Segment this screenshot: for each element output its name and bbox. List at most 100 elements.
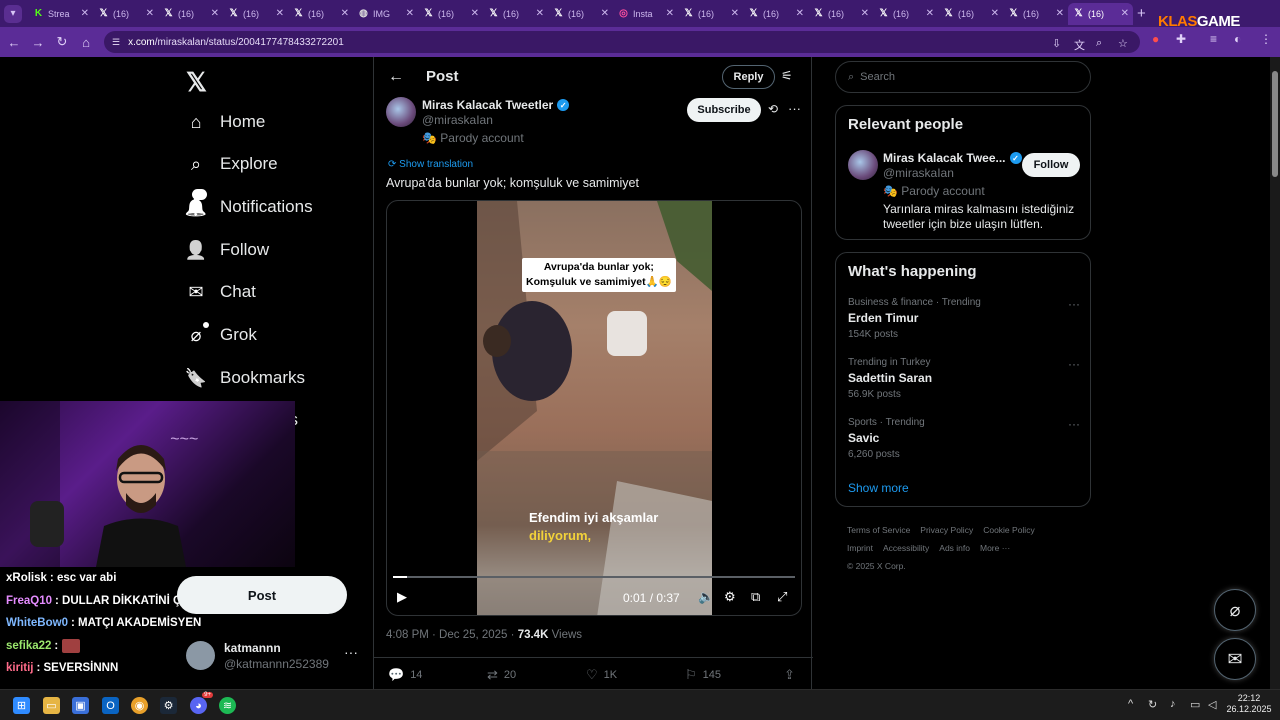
translate-icon[interactable]: 文 xyxy=(1074,37,1085,53)
reply-action[interactable]: 💬 14 xyxy=(388,667,422,683)
outlook-icon[interactable]: O xyxy=(102,697,119,714)
x-logo-icon[interactable]: 𝕏 xyxy=(186,67,207,98)
relevant-handle[interactable]: @miraskaIan xyxy=(883,166,954,180)
close-tab-icon[interactable]: ✕ xyxy=(1056,8,1064,19)
tray-chevron-icon[interactable]: ^ xyxy=(1128,698,1133,710)
trend-item[interactable]: Sports · Trending Savic 6,260 posts ··· xyxy=(848,417,1080,460)
browser-tab[interactable]: 𝕏 (16) ✕ xyxy=(158,3,223,25)
sidebar-item-follow[interactable]: 👤 Follow xyxy=(185,236,269,264)
browser-tab[interactable]: 𝕏 (16) ✕ xyxy=(743,3,808,25)
close-tab-icon[interactable]: ✕ xyxy=(601,8,609,19)
speaker-icon[interactable]: ◁ xyxy=(1208,698,1216,711)
star-icon[interactable]: ☆ xyxy=(1118,37,1128,50)
sidebar-item-explore[interactable]: ⌕ Explore xyxy=(186,150,278,178)
browser-tab[interactable]: 𝕏 (16) ✕ xyxy=(548,3,613,25)
site-info-icon[interactable]: ☰ xyxy=(112,37,120,48)
sidebar-item-grok[interactable]: ⌀ Grok xyxy=(186,321,257,349)
fullscreen-icon[interactable]: ⤢ xyxy=(777,589,787,605)
browser-tab[interactable]: 𝕏 (16) ✕ xyxy=(1003,3,1068,25)
network-icon[interactable]: ▭ xyxy=(1190,698,1200,711)
footer-link[interactable]: Imprint xyxy=(847,543,873,553)
browser-tab[interactable]: 𝕏 (16) ✕ xyxy=(483,3,548,25)
footer-link[interactable]: Privacy Policy xyxy=(920,525,973,535)
play-icon[interactable]: ▶ xyxy=(397,589,407,605)
browser-tab[interactable]: 𝕏 (16) ✕ xyxy=(93,3,158,25)
back-icon[interactable]: ← xyxy=(2,35,26,50)
browser-tab[interactable]: ◎ Insta ✕ xyxy=(613,3,678,25)
show-more-link[interactable]: Show more xyxy=(848,481,909,495)
volume-icon[interactable]: 🔈 xyxy=(698,589,714,605)
close-tab-icon[interactable]: ✕ xyxy=(991,8,999,19)
relevant-name[interactable]: Miras Kalacak Twee... ✓ xyxy=(883,151,1022,165)
close-tab-icon[interactable]: ✕ xyxy=(861,8,869,19)
like-action[interactable]: ♡ 1K xyxy=(586,667,617,683)
show-translation-link[interactable]: ⟳ Show translation xyxy=(388,159,473,170)
sidebar-item-home[interactable]: ⌂ Home xyxy=(186,108,266,136)
share-icon[interactable]: ⇪ xyxy=(784,667,801,683)
browser-tab[interactable]: 𝕏 (16) ✕ xyxy=(678,3,743,25)
trend-item[interactable]: Business & finance · Trending Erden Timur… xyxy=(848,297,1080,340)
browser-tab[interactable]: 𝕏 (16) ✕ xyxy=(808,3,873,25)
discord-icon[interactable]: ◕ 9+ xyxy=(190,692,213,714)
zoom-icon[interactable]: ⌕ xyxy=(1096,37,1102,50)
browser-tab[interactable]: K Strea ✕ xyxy=(28,3,93,25)
sidebar-item-chat[interactable]: ✉ Chat xyxy=(186,278,255,306)
windows-start-icon[interactable]: ⊞ xyxy=(13,697,30,714)
grok-explain-icon[interactable]: ⟲ xyxy=(768,102,778,116)
browser-tab[interactable]: 𝕏 (16) ✕ xyxy=(1068,2,1133,25)
spotify-icon[interactable]: ≋ xyxy=(219,697,236,714)
close-tab-icon[interactable]: ✕ xyxy=(341,8,349,19)
back-arrow-icon[interactable]: ← xyxy=(388,68,404,86)
trend-item[interactable]: Trending in Turkey Sadettin Saran 56.9K po… xyxy=(848,357,1080,400)
settings-icon[interactable]: ⚙ xyxy=(724,589,736,605)
close-tab-icon[interactable]: ✕ xyxy=(536,8,544,19)
close-tab-icon[interactable]: ✕ xyxy=(666,8,674,19)
sidebar-item-notifications[interactable]: 🔔 16 Notifications xyxy=(185,189,313,221)
url-field[interactable]: ☰ x.com/miraskalan/status/20041774784332… xyxy=(104,31,1140,53)
account-more-icon[interactable]: ··· xyxy=(344,644,358,660)
account-avatar[interactable] xyxy=(186,641,215,670)
grok-fab-icon[interactable]: ⌀ xyxy=(1214,589,1256,631)
close-tab-icon[interactable]: ✕ xyxy=(276,8,284,19)
close-tab-icon[interactable]: ✕ xyxy=(796,8,804,19)
close-tab-icon[interactable]: ✕ xyxy=(146,8,154,19)
profile-icon[interactable]: ◐ xyxy=(1234,32,1241,46)
post-more-icon[interactable]: ··· xyxy=(788,101,801,116)
pip-icon[interactable]: ⧉ xyxy=(751,589,760,605)
taskbar-clock[interactable]: 22:12 26.12.2025 xyxy=(1226,693,1272,715)
footer-link[interactable]: Cookie Policy xyxy=(983,525,1035,535)
browser-tab[interactable]: 𝕏 (16) ✕ xyxy=(223,3,288,25)
author-name[interactable]: Miras Kalacak Tweetler ✓ xyxy=(422,98,570,112)
close-tab-icon[interactable]: ✕ xyxy=(211,8,219,19)
scrollbar[interactable] xyxy=(1270,57,1280,689)
author-handle[interactable]: @miraskaIan xyxy=(422,113,493,127)
install-icon[interactable]: ⇩ xyxy=(1052,37,1061,50)
post-button[interactable]: Post xyxy=(177,576,347,614)
file-explorer-icon[interactable]: ▭ xyxy=(43,697,60,714)
extension-icon[interactable]: ● xyxy=(1152,32,1159,46)
browser-tab[interactable]: 𝕏 (16) ✕ xyxy=(873,3,938,25)
browser-tab[interactable]: 𝕏 (16) ✕ xyxy=(418,3,483,25)
video-progress-bar[interactable] xyxy=(393,576,795,578)
video-frame[interactable]: Avrupa'da bunlar yok; Komşuluk ve samimiy… xyxy=(477,201,712,615)
browser-tab[interactable]: 𝕏 (16) ✕ xyxy=(938,3,1003,25)
tune-icon[interactable]: ⚟ xyxy=(781,68,793,84)
reply-button[interactable]: Reply xyxy=(722,65,775,89)
trend-more-icon[interactable]: ··· xyxy=(1068,417,1080,431)
forward-icon[interactable]: → xyxy=(26,35,50,50)
search-input[interactable]: ⌕ Search xyxy=(835,61,1091,93)
close-tab-icon[interactable]: ✕ xyxy=(926,8,934,19)
follow-button[interactable]: Follow xyxy=(1022,153,1080,177)
media-control-icon[interactable]: ≡ xyxy=(1210,32,1217,46)
store-icon[interactable]: ▣ xyxy=(72,697,89,714)
footer-link[interactable]: Ads info xyxy=(939,543,970,553)
microphone-icon[interactable]: ♪ xyxy=(1170,698,1176,710)
trend-more-icon[interactable]: ··· xyxy=(1068,297,1080,311)
tab-search-button[interactable]: ▾ xyxy=(4,4,22,23)
reload-icon[interactable]: ↻ xyxy=(50,34,74,50)
close-tab-icon[interactable]: ✕ xyxy=(406,8,414,19)
close-tab-icon[interactable]: ✕ xyxy=(731,8,739,19)
messages-fab-icon[interactable]: ✉ xyxy=(1214,638,1256,680)
trend-more-icon[interactable]: ··· xyxy=(1068,357,1080,371)
new-tab-button[interactable]: + xyxy=(1137,5,1146,22)
